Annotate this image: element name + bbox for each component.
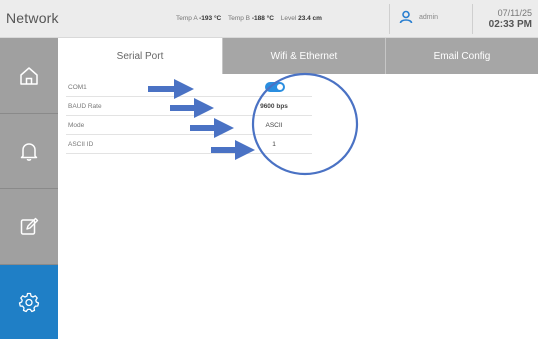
level-label: Level bbox=[280, 15, 297, 22]
temp-b-label: Temp B bbox=[227, 15, 250, 22]
top-header: Network Temp A -193 °C Temp B -188 °C Le… bbox=[0, 0, 538, 38]
com1-toggle[interactable] bbox=[265, 82, 285, 92]
sensor-readings: Temp A -193 °C Temp B -188 °C Level 23.4… bbox=[176, 15, 322, 22]
user-name: admin bbox=[419, 13, 439, 21]
home-icon bbox=[20, 66, 38, 85]
header-divider bbox=[472, 4, 473, 34]
time-text: 02:33 PM bbox=[488, 19, 532, 30]
baud-rate-label: BAUD Rate bbox=[68, 103, 102, 110]
setting-row-com1: COM1 bbox=[66, 78, 312, 97]
baud-rate-value[interactable]: 9600 bps bbox=[236, 103, 312, 110]
header-divider bbox=[389, 4, 390, 34]
page-title: Network bbox=[6, 10, 59, 26]
setting-row-ascii-id[interactable]: ASCII ID 1 bbox=[66, 135, 312, 154]
sidebar-item-alarms[interactable] bbox=[0, 113, 58, 188]
bell-icon bbox=[20, 143, 38, 161]
mode-label: Mode bbox=[68, 122, 85, 129]
ascii-id-value[interactable]: 1 bbox=[236, 141, 312, 148]
temp-a-value: -193 °C bbox=[199, 15, 222, 22]
tab-serial-port[interactable]: Serial Port bbox=[58, 38, 222, 74]
tab-email-config[interactable]: Email Config bbox=[385, 38, 538, 74]
mode-value[interactable]: ASCII bbox=[236, 122, 312, 129]
ascii-id-label: ASCII ID bbox=[68, 141, 94, 148]
sidebar bbox=[0, 38, 58, 339]
user-icon bbox=[399, 10, 413, 24]
tab-wifi-ethernet[interactable]: Wifi & Ethernet bbox=[222, 38, 385, 74]
tab-bar: Serial Port Wifi & Ethernet Email Config bbox=[58, 38, 538, 74]
setting-row-mode[interactable]: Mode ASCII bbox=[66, 116, 312, 135]
datetime: 07/11/25 02:33 PM bbox=[489, 8, 532, 30]
level-value: 23.4 cm bbox=[298, 15, 322, 22]
toggle-knob bbox=[277, 84, 283, 90]
temp-a-label: Temp A bbox=[176, 15, 198, 22]
sidebar-item-notes[interactable] bbox=[0, 188, 58, 263]
user-menu[interactable]: admin bbox=[399, 10, 438, 24]
temp-b-value: -188 °C bbox=[251, 15, 274, 22]
com1-label: COM1 bbox=[68, 84, 87, 91]
serial-settings-list: COM1 BAUD Rate 9600 bps Mode ASCII ASCII… bbox=[66, 78, 312, 154]
sidebar-item-settings[interactable] bbox=[0, 264, 58, 339]
date-text: 07/11/25 bbox=[497, 8, 532, 18]
edit-icon bbox=[20, 217, 39, 235]
settings-gear-icon bbox=[18, 292, 40, 313]
setting-row-baud[interactable]: BAUD Rate 9600 bps bbox=[66, 97, 312, 116]
sidebar-item-home[interactable] bbox=[0, 38, 58, 113]
